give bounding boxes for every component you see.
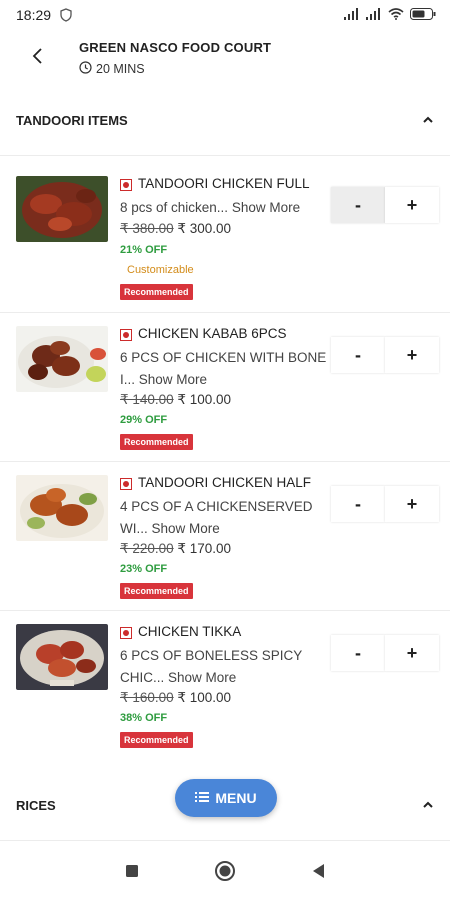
decrease-button[interactable]: -: [331, 486, 385, 522]
discounted-price: ₹ 100.00: [177, 690, 232, 705]
increase-button[interactable]: +: [385, 337, 439, 373]
recommended-badge: Recommended: [120, 434, 193, 450]
item-description-text: 8 pcs of chicken...: [120, 200, 229, 215]
list-icon: [195, 790, 210, 806]
discounted-price: ₹ 300.00: [177, 221, 232, 236]
menu-item: TANDOORI CHICKEN HALF 4 PCS OF A CHICKEN…: [0, 475, 450, 615]
decrease-button[interactable]: -: [331, 337, 385, 373]
menu-button[interactable]: MENU: [175, 779, 277, 817]
section-title: RICES: [16, 798, 56, 813]
item-name: TANDOORI CHICKEN FULL: [138, 176, 310, 191]
discounted-price: ₹ 170.00: [177, 541, 232, 556]
chevron-up-icon[interactable]: [420, 797, 436, 818]
food-image: [16, 176, 108, 242]
menu-item: CHICKEN KABAB 6PCS 6 PCS OF CHICKEN WITH…: [0, 326, 450, 466]
original-price: ₹ 160.00: [120, 690, 174, 705]
item-description: 8 pcs of chicken... Show More: [120, 197, 330, 219]
back-icon[interactable]: [298, 842, 338, 900]
page-title: GREEN NASCO FOOD COURT: [79, 40, 272, 55]
discount-label: 29% OFF: [120, 414, 168, 426]
divider: [0, 840, 450, 841]
delivery-time-label: 20 MINS: [96, 62, 145, 76]
increase-button[interactable]: +: [385, 635, 439, 671]
shield-icon: [60, 8, 72, 27]
status-time: 18:29: [16, 7, 52, 23]
system-nav-bar: [0, 842, 450, 900]
header: GREEN NASCO FOOD COURT 20 MINS: [0, 30, 450, 92]
show-more-link[interactable]: Show More: [168, 670, 236, 685]
home-icon[interactable]: [205, 842, 245, 900]
item-description: 6 PCS OF BONELESS SPICY CHIC... Show Mor…: [120, 645, 330, 689]
quantity-stepper: - +: [331, 486, 439, 522]
item-name: TANDOORI CHICKEN HALF: [138, 475, 312, 490]
show-more-link[interactable]: Show More: [232, 200, 300, 215]
menu-item: CHICKEN TIKKA 6 PCS OF BONELESS SPICY CH…: [0, 624, 450, 764]
section-title: TANDOORI ITEMS: [16, 113, 128, 128]
food-image: [16, 624, 108, 690]
divider: [0, 155, 450, 156]
show-more-link[interactable]: Show More: [152, 521, 220, 536]
battery-icon: [410, 7, 436, 25]
wifi-icon: [388, 7, 404, 25]
recommended-badge: Recommended: [120, 583, 193, 599]
decrease-button[interactable]: -: [331, 635, 385, 671]
increase-button[interactable]: +: [385, 486, 439, 522]
discount-label: 38% OFF: [120, 712, 168, 724]
item-price: ₹ 140.00 ₹ 100.00: [120, 392, 231, 408]
back-arrow-icon[interactable]: [26, 44, 50, 68]
original-price: ₹ 380.00: [120, 221, 174, 236]
original-price: ₹ 140.00: [120, 392, 174, 407]
chevron-up-icon[interactable]: [420, 112, 436, 133]
divider: [0, 312, 450, 313]
divider: [0, 461, 450, 462]
show-more-link[interactable]: Show More: [139, 372, 207, 387]
item-name: CHICKEN TIKKA: [138, 624, 242, 639]
recents-icon[interactable]: [112, 842, 152, 900]
non-veg-icon: [120, 627, 132, 639]
divider: [0, 610, 450, 611]
discount-label: 21% OFF: [120, 244, 168, 256]
quantity-stepper: - +: [331, 337, 439, 373]
menu-button-label: MENU: [215, 790, 257, 806]
quantity-stepper: - +: [331, 187, 439, 223]
signal-icon-2: [366, 7, 382, 25]
food-image: [16, 475, 108, 541]
item-price: ₹ 160.00 ₹ 100.00: [120, 690, 231, 706]
item-name: CHICKEN KABAB 6PCS: [138, 326, 287, 341]
recommended-badge: Recommended: [120, 284, 193, 300]
original-price: ₹ 220.00: [120, 541, 174, 556]
item-description: 6 PCS OF CHICKEN WITH BONE I... Show Mor…: [120, 347, 330, 391]
discount-label: 23% OFF: [120, 563, 168, 575]
clock-icon: [79, 61, 92, 77]
customizable-label: Customizable: [127, 264, 194, 276]
increase-button[interactable]: +: [385, 187, 439, 223]
delivery-time: 20 MINS: [79, 61, 145, 77]
item-description: 4 PCS OF A CHICKENSERVED WI... Show More: [120, 496, 330, 540]
recommended-badge: Recommended: [120, 732, 193, 748]
menu-item: TANDOORI CHICKEN FULL 8 pcs of chicken..…: [0, 176, 450, 316]
item-price: ₹ 220.00 ₹ 170.00: [120, 541, 231, 557]
decrease-button[interactable]: -: [331, 187, 385, 223]
non-veg-icon: [120, 478, 132, 490]
food-image: [16, 326, 108, 392]
non-veg-icon: [120, 329, 132, 341]
non-veg-icon: [120, 179, 132, 191]
quantity-stepper: - +: [331, 635, 439, 671]
status-bar: 18:29: [0, 0, 450, 30]
item-price: ₹ 380.00 ₹ 300.00: [120, 221, 231, 237]
section-header-tandoori[interactable]: TANDOORI ITEMS: [0, 98, 450, 144]
discounted-price: ₹ 100.00: [177, 392, 232, 407]
signal-icon: [344, 7, 360, 25]
